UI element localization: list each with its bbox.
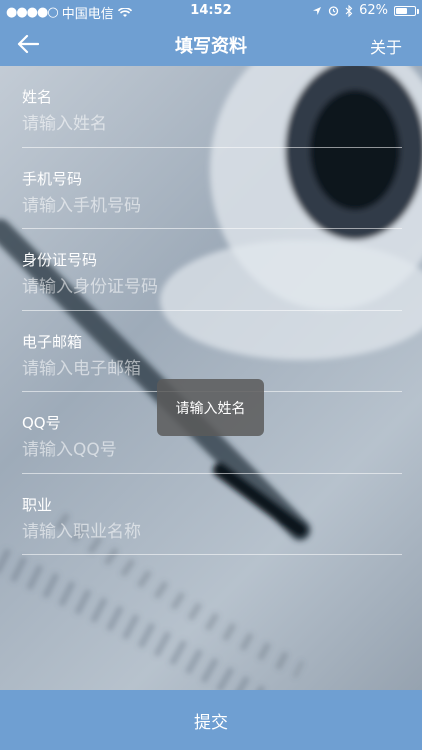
id-number-input[interactable] [22, 273, 402, 301]
field-label: 电子邮箱 [22, 332, 83, 351]
battery-fill [396, 7, 408, 14]
location-icon [313, 6, 322, 15]
toast-message: 请输入姓名 [157, 379, 264, 436]
field-occupation: 职业 [22, 474, 402, 555]
status-bar: ●●●●○ 中国电信 14:52 62% [0, 0, 422, 22]
field-label: 姓名 [22, 88, 53, 106]
field-name: 姓名 [22, 66, 402, 148]
field-label: 手机号码 [22, 169, 83, 188]
qq-input[interactable] [22, 436, 402, 464]
name-input[interactable] [22, 110, 402, 138]
profile-form: 姓名 手机号码 身份证号码 电子邮箱 QQ号 职业 [22, 66, 402, 555]
field-label: 职业 [22, 495, 53, 514]
about-button[interactable]: 关于 [370, 34, 402, 58]
field-phone: 手机号码 [22, 148, 402, 229]
occupation-input[interactable] [22, 517, 402, 546]
status-right: 62% [312, 3, 419, 18]
nav-bar: 填写资料 关于 [0, 22, 422, 66]
alarm-icon [328, 6, 339, 16]
battery-percent: 62% [359, 3, 388, 18]
submit-button[interactable]: 提交 [0, 690, 422, 750]
page-title: 填写资料 [175, 36, 247, 57]
field-label: 身份证号码 [22, 251, 98, 269]
phone-input[interactable] [22, 191, 402, 220]
bluetooth-icon [345, 4, 353, 17]
field-label: QQ号 [22, 414, 61, 432]
field-id-number: 身份证号码 [22, 229, 402, 311]
battery-icon [394, 5, 419, 16]
